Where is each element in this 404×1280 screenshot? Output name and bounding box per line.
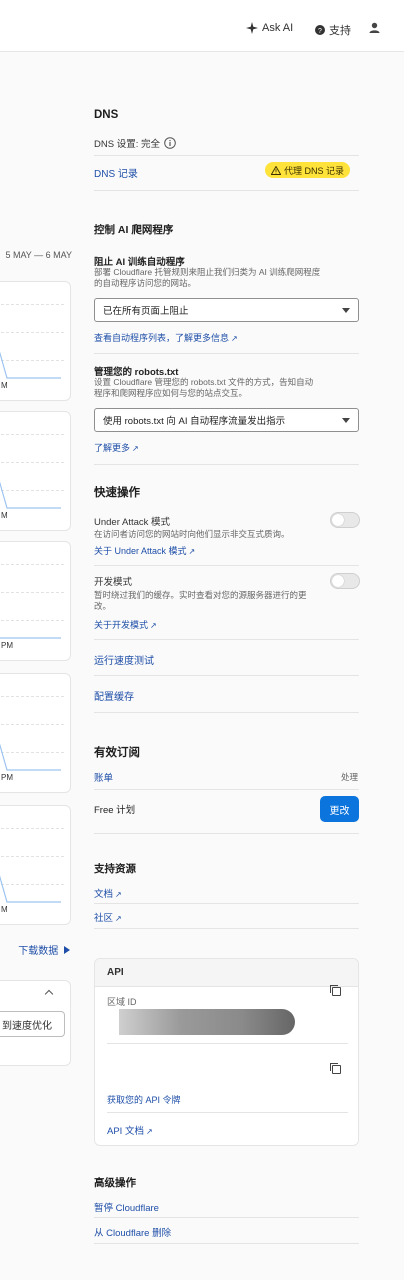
help-icon: ? (315, 25, 325, 35)
block-ai-select-value: 已在所有页面上阻止 (103, 306, 189, 317)
under-attack-title: Under Attack 模式 (94, 517, 171, 528)
warning-icon (271, 165, 281, 175)
config-cache-link[interactable]: 配置缓存 (94, 688, 134, 703)
api-card: API 区域 ID 获取您的 API 令牌 API 文档 ↗ (94, 958, 359, 1146)
download-data-link[interactable]: 下载数据 (0, 942, 70, 957)
dev-mode-toggle[interactable] (330, 573, 360, 589)
resources-title: 支持资源 (94, 863, 136, 875)
robots-desc-2: 程序和爬网程序应如何与您的站点交互。 (94, 388, 248, 398)
zone-id-label: 区域 ID (107, 997, 137, 1007)
dns-records-link[interactable]: DNS 记录 (94, 165, 138, 180)
robots-title: 管理您的 robots.txt (94, 367, 179, 378)
ask-ai-label: Ask AI (262, 22, 294, 34)
api-docs-label: API 文档 (107, 1126, 144, 1137)
user-menu-button[interactable] (369, 22, 380, 33)
play-right-icon (64, 946, 70, 954)
external-link-icon: ↗ (145, 1127, 153, 1136)
dns-setting-label: DNS 设置: 完全 (94, 139, 160, 150)
date-range: 5 MAY — 6 MAY (5, 250, 72, 260)
proxy-dns-badge[interactable]: 代理 DNS 记录 (265, 162, 351, 178)
speed-test-link[interactable]: 运行速度测试 (94, 652, 154, 667)
quick-actions-title: 快速操作 (94, 487, 140, 499)
analytics-card: PM (0, 541, 71, 661)
external-link-icon: ↗ (188, 547, 196, 556)
advanced-title: 高级操作 (94, 1177, 136, 1189)
optimize-speed-button[interactable]: 到速度优化 (0, 1011, 65, 1037)
dns-setting: DNS 设置: 完全 (94, 136, 176, 150)
dev-mode-link[interactable]: 关于开发模式 ↗ (94, 618, 157, 631)
external-link-icon: ↗ (115, 890, 122, 899)
under-attack-link[interactable]: 关于 Under Attack 模式 ↗ (94, 544, 195, 557)
dev-mode-desc-2: 改。 (94, 601, 112, 611)
plan-name: Free 计划 (94, 805, 136, 816)
robots-learn-more-label: 了解更多 (94, 443, 131, 453)
community-link[interactable]: 社区 ↗ (94, 910, 122, 924)
chart-time-label: M (1, 381, 8, 390)
external-link-icon: ↗ (132, 444, 139, 453)
dev-mode-link-label: 关于开发模式 (94, 620, 149, 630)
dev-mode-title: 开发模式 (94, 577, 133, 588)
analytics-card: M (0, 281, 71, 401)
docs-label: 文档 (94, 889, 114, 900)
external-link-icon: ↗ (150, 621, 157, 630)
dns-title: DNS (94, 109, 119, 121)
analytics-card: M (0, 411, 71, 531)
docs-link[interactable]: 文档 ↗ (94, 886, 122, 900)
block-ai-desc-1: 部署 Cloudflare 托管规则来阻止我们归类为 AI 训练爬网程度 (94, 267, 321, 277)
support-button[interactable]: ? 支持 (315, 22, 351, 38)
analytics-card: M (0, 805, 71, 925)
analytics-card: PM (0, 673, 71, 793)
download-data-label: 下载数据 (18, 946, 59, 957)
optimize-speed-label: 到速度优化 (2, 1020, 52, 1032)
copy-icon[interactable] (330, 985, 341, 996)
chart-time-label: PM (1, 641, 13, 650)
pause-cloudflare-link[interactable]: 暂停 Cloudflare (94, 1200, 159, 1214)
robots-select[interactable]: 使用 robots.txt 向 AI 自动程序流量发出指示 (94, 408, 359, 432)
billing-link[interactable]: 账单 (94, 770, 113, 784)
ai-crawlers-title: 控制 AI 爬网程序 (94, 224, 174, 236)
subscription-title: 有效订阅 (94, 747, 140, 759)
chevron-up-icon[interactable] (44, 989, 54, 999)
chevron-down-icon (342, 417, 350, 423)
copy-icon[interactable] (330, 1063, 341, 1074)
api-title: API (95, 959, 358, 987)
info-icon[interactable] (164, 137, 176, 149)
block-ai-desc-2: 的自动程序访问您的网站。 (94, 278, 197, 288)
get-api-token-link[interactable]: 获取您的 API 令牌 (107, 1093, 181, 1106)
api-docs-link[interactable]: API 文档 ↗ (107, 1123, 153, 1137)
chart-time-label: M (1, 905, 8, 914)
chart-time-label: PM (1, 773, 13, 782)
bot-list-label: 查看自动程序列表，了解更多信息 (94, 333, 230, 343)
dev-mode-desc-1: 暂时绕过我们的缓存。实时查看对您的源服务器进行的更 (94, 590, 307, 600)
under-attack-desc: 在访问者访问您的网站时向他们显示非交互式质询。 (94, 529, 290, 539)
speed-panel: 到速度优化 (0, 980, 71, 1066)
chevron-down-icon (342, 307, 350, 313)
chart-time-label: M (1, 511, 8, 520)
sparkle-icon (246, 22, 258, 34)
proxy-dns-label: 代理 DNS 记录 (284, 165, 345, 176)
robots-desc-1: 设置 Cloudflare 管理您的 robots.txt 文件的方式，告知自动 (94, 377, 314, 387)
handle-label: 处理 (341, 772, 359, 782)
redacted-value (95, 1053, 185, 1085)
external-link-icon: ↗ (231, 334, 238, 343)
robots-learn-more-link[interactable]: 了解更多 ↗ (94, 441, 139, 454)
change-plan-button[interactable]: 更改 (320, 796, 359, 822)
remove-cloudflare-link[interactable]: 从 Cloudflare 删除 (94, 1225, 171, 1239)
robots-select-value: 使用 robots.txt 向 AI 自动程序流量发出指示 (103, 416, 286, 427)
ask-ai-button[interactable]: Ask AI (246, 22, 293, 34)
redacted-value (119, 1009, 295, 1035)
top-bar: Ask AI ? 支持 (0, 0, 404, 52)
block-ai-select[interactable]: 已在所有页面上阻止 (94, 298, 359, 322)
block-ai-title: 阻止 AI 训练自动程序 (94, 257, 185, 268)
svg-text:?: ? (318, 28, 322, 35)
under-attack-link-label: 关于 Under Attack 模式 (94, 546, 187, 556)
user-icon (369, 22, 380, 33)
community-label: 社区 (94, 913, 114, 924)
support-label: 支持 (329, 25, 351, 37)
external-link-icon: ↗ (115, 914, 122, 923)
bot-list-link[interactable]: 查看自动程序列表，了解更多信息 ↗ (94, 331, 238, 344)
under-attack-toggle[interactable] (330, 512, 360, 528)
